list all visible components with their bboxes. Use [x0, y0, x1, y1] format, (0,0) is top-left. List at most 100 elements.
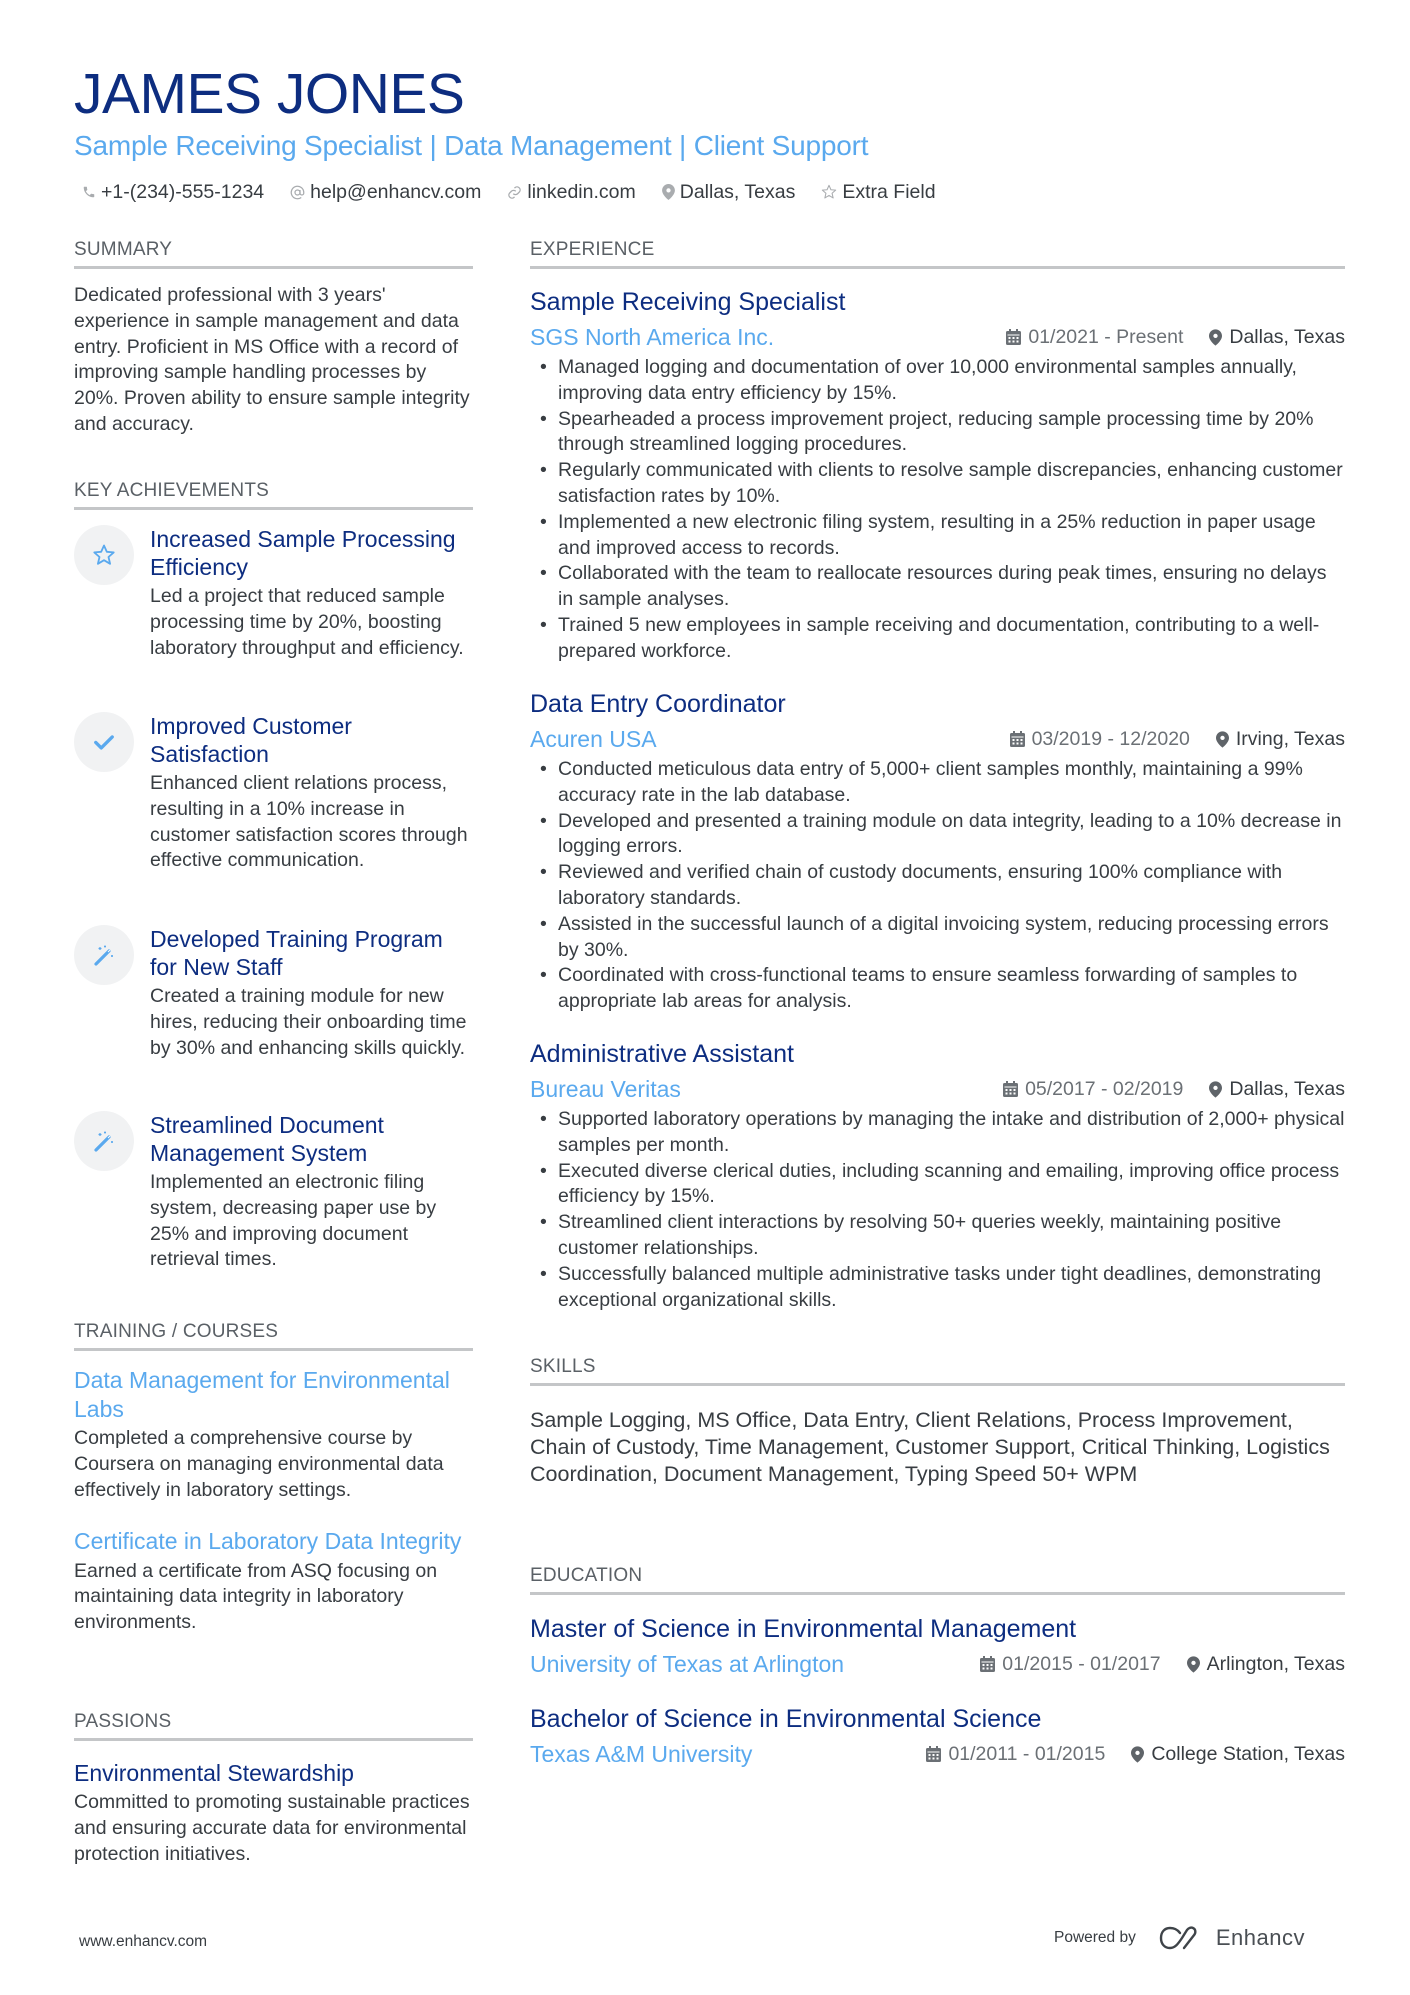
location-pin-icon: [1186, 1655, 1200, 1673]
job-bullet: Coordinated with cross-functional teams …: [530, 963, 1345, 1015]
brand-logo: Enhancv: [1158, 1925, 1305, 1951]
company-name: Bureau Veritas: [530, 1076, 681, 1102]
job-entry: Administrative Assistant Bureau Veritas …: [530, 1038, 1345, 1313]
job-title: Administrative Assistant: [530, 1040, 794, 1068]
education-dates-text: 01/2011 - 01/2015: [948, 1742, 1106, 1765]
course-title: Data Management for Environmental Labs: [74, 1367, 450, 1422]
phone-icon: [83, 186, 95, 198]
passion-title: Environmental Stewardship: [74, 1760, 354, 1786]
education-location-text: Arlington, Texas: [1206, 1652, 1345, 1675]
calendar-icon: [926, 1746, 942, 1762]
candidate-name: JAMES JONES: [74, 62, 465, 126]
job-location-text: Dallas, Texas: [1229, 325, 1345, 348]
contact-email-text: help@enhancv.com: [310, 181, 482, 203]
at-icon: [290, 185, 305, 199]
training-heading: TRAINING / COURSES: [74, 1320, 473, 1351]
job-title: Data Entry Coordinator: [530, 690, 786, 718]
contact-email[interactable]: help@enhancv.com: [290, 179, 481, 205]
achievement-description: Created a training module for new hires,…: [150, 985, 467, 1059]
enhancv-logo-icon: [1159, 1926, 1197, 1950]
job-bullet: Assisted in the successful launch of a d…: [530, 912, 1345, 964]
skills-heading: SKILLS: [530, 1355, 1345, 1386]
location-pin-icon: [1209, 328, 1223, 346]
job-bullet: Reviewed and verified chain of custody d…: [530, 860, 1345, 912]
job-bullets: Conducted meticulous data entry of 5,000…: [530, 757, 1345, 1015]
job-bullet: Streamlined client interactions by resol…: [530, 1210, 1345, 1262]
job-dates-text: 03/2019 - 12/2020: [1031, 727, 1190, 750]
contact-phone[interactable]: +1-(234)-555-1234: [82, 179, 264, 205]
passions-heading: PASSIONS: [74, 1710, 473, 1741]
education-dates: 01/2011 - 01/2015: [926, 1743, 1105, 1766]
job-bullet: Conducted meticulous data entry of 5,000…: [530, 757, 1345, 809]
degree-title: Bachelor of Science in Environmental Sci…: [530, 1705, 1042, 1733]
job-dates-text: 01/2021 - Present: [1028, 325, 1184, 348]
passion-description: Committed to promoting sustainable pract…: [74, 1791, 470, 1865]
course-description: Earned a certificate from ASQ focusing o…: [74, 1559, 438, 1634]
checkmark-icon: [94, 735, 114, 750]
footer-branding[interactable]: Powered by Enhancv: [1054, 1925, 1305, 1951]
magic-wand-icon: [94, 945, 113, 966]
job-entry: Data Entry Coordinator Acuren USA 03/201…: [530, 688, 1345, 1015]
job-entry: Sample Receiving Specialist SGS North Am…: [530, 286, 1345, 665]
calendar-icon: [1006, 329, 1022, 345]
link-icon: [508, 185, 522, 199]
education-dates-text: 01/2015 - 01/2017: [1002, 1652, 1161, 1675]
job-location: Dallas, Texas: [1209, 1078, 1345, 1101]
job-bullet: Successfully balanced multiple administr…: [530, 1262, 1345, 1314]
course-item: Certificate in Laboratory Data Integrity…: [74, 1527, 473, 1636]
contact-extra-text: Extra Field: [842, 181, 936, 203]
job-bullets: Managed logging and documentation of ove…: [530, 355, 1345, 665]
summary-heading: SUMMARY: [74, 238, 473, 269]
summary-text: Dedicated professional with 3 years' exp…: [74, 284, 470, 435]
passion-item: Environmental Stewardship Committed to p…: [74, 1759, 473, 1867]
job-location-text: Irving, Texas: [1235, 727, 1345, 750]
contact-phone-text: +1-(234)-555-1234: [101, 181, 265, 203]
job-bullet: Implemented a new electronic filing syst…: [530, 510, 1345, 562]
achievement-icon-badge: [74, 925, 134, 985]
education-heading: EDUCATION: [530, 1564, 1345, 1595]
achievement-icon-badge: [74, 1111, 134, 1171]
education-location: Arlington, Texas: [1186, 1652, 1345, 1676]
course-item: Data Management for Environmental Labs C…: [74, 1366, 473, 1503]
achievement-title: Increased Sample Processing Efficiency: [150, 526, 456, 580]
experience-heading: EXPERIENCE: [530, 238, 1345, 269]
education-location-text: College Station, Texas: [1151, 1742, 1345, 1765]
job-bullet: Executed diverse clerical duties, includ…: [530, 1159, 1345, 1211]
location-pin-icon: [1131, 1745, 1145, 1763]
powered-by-label: Powered by: [1054, 1929, 1136, 1946]
job-dates: 01/2021 - Present: [1006, 326, 1183, 349]
calendar-icon: [1003, 1081, 1019, 1097]
job-bullet: Trained 5 new employees in sample receiv…: [530, 613, 1345, 665]
job-bullet: Collaborated with the team to reallocate…: [530, 561, 1345, 613]
company-name: Acuren USA: [530, 726, 657, 752]
education-entry: Master of Science in Environmental Manag…: [530, 1613, 1345, 1679]
location-pin-icon: [1215, 730, 1229, 748]
degree-title: Master of Science in Environmental Manag…: [530, 1615, 1077, 1643]
job-bullet: Spearheaded a process improvement projec…: [530, 407, 1345, 459]
calendar-icon: [1009, 731, 1025, 747]
contact-bar: +1-(234)-555-1234 help@enhancv.com linke…: [82, 179, 936, 205]
magic-wand-icon: [94, 1131, 113, 1152]
job-dates: 05/2017 - 02/2019: [1003, 1078, 1183, 1101]
location-pin-icon: [661, 184, 675, 200]
achievement-title: Streamlined Document Management System: [150, 1112, 384, 1166]
job-bullet: Regularly communicated with clients to r…: [530, 458, 1345, 510]
star-icon: [93, 544, 115, 565]
candidate-title: Sample Receiving Specialist | Data Manag…: [74, 130, 869, 161]
job-location: Irving, Texas: [1215, 727, 1345, 751]
contact-location: Dallas, Texas: [661, 179, 795, 205]
job-dates: 03/2019 - 12/2020: [1009, 727, 1190, 751]
achievement-icon-badge: [74, 525, 134, 585]
job-title: Sample Receiving Specialist: [530, 288, 846, 316]
job-bullet: Managed logging and documentation of ove…: [530, 355, 1345, 407]
education-dates: 01/2015 - 01/2017: [980, 1652, 1161, 1676]
achievements-heading: KEY ACHIEVEMENTS: [74, 479, 473, 510]
achievement-description: Implemented an electronic filing system,…: [150, 1171, 437, 1271]
contact-linkedin[interactable]: linkedin.com: [507, 179, 636, 205]
achievement-description: Led a project that reduced sample proces…: [150, 585, 464, 659]
location-pin-icon: [1209, 1080, 1223, 1098]
achievement-title: Developed Training Program for New Staff: [150, 926, 443, 980]
footer-website-link[interactable]: www.enhancv.com: [79, 1932, 207, 1952]
company-name: SGS North America Inc.: [530, 324, 775, 350]
job-location: Dallas, Texas: [1209, 326, 1345, 349]
